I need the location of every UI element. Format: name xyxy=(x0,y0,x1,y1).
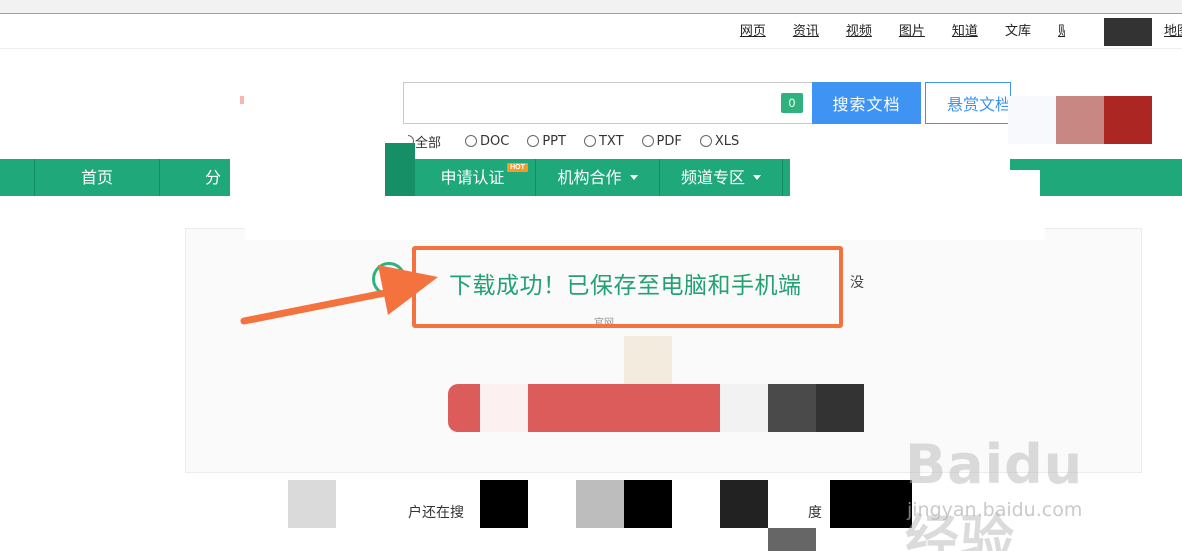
search-input[interactable] xyxy=(404,83,774,123)
mosaic-block xyxy=(768,384,816,432)
header-divider xyxy=(0,48,1182,49)
filter-xls[interactable]: XLS xyxy=(699,132,739,150)
watermark-main-text: Baidu 经验 xyxy=(905,433,1084,551)
mosaic-block xyxy=(230,150,385,196)
mosaic-block xyxy=(385,143,415,196)
nav-link-video[interactable]: 视频 xyxy=(846,20,872,40)
radio-icon xyxy=(641,135,654,147)
watermark-url-text: jingyan.baidu.com xyxy=(907,499,1083,521)
radio-icon xyxy=(527,135,540,147)
related-search-text-2: 度 xyxy=(808,505,822,521)
nav-link-wenku[interactable]: 文库 xyxy=(1005,20,1031,40)
search-documents-button[interactable]: 搜索文档 xyxy=(812,82,921,124)
related-search-text: 户还在搜 xyxy=(408,505,464,521)
caret-down-icon xyxy=(629,174,638,180)
filter-pdf[interactable]: PDF xyxy=(641,132,682,150)
filter-doc[interactable]: DOC xyxy=(465,132,509,150)
window-top-strip xyxy=(0,0,1182,14)
mosaic-block xyxy=(624,480,672,528)
mosaic-block xyxy=(1008,96,1056,144)
mosaic-block xyxy=(576,480,624,528)
mosaic-block xyxy=(720,384,768,432)
search-box xyxy=(403,82,813,124)
mosaic-block xyxy=(288,480,336,528)
mosaic-block xyxy=(480,480,528,528)
filter-txt[interactable]: TXT xyxy=(583,132,624,150)
mosaic-block xyxy=(624,336,672,384)
mosaic-block xyxy=(790,150,1010,196)
hot-badge: HOT xyxy=(507,163,528,172)
mosaic-block xyxy=(528,384,720,432)
mosaic-block xyxy=(1104,96,1152,144)
radio-icon xyxy=(465,135,478,147)
nav-institution-label: 机构合作 xyxy=(557,168,622,187)
mosaic-block xyxy=(1010,170,1040,196)
nav-link-web[interactable]: 网页 xyxy=(740,20,766,40)
file-type-filters: 全部 DOC PPT TXT PDF XLS xyxy=(408,132,757,151)
mosaic-block xyxy=(245,228,1045,240)
dialog-side-text: 没 xyxy=(850,275,864,291)
nav-channel[interactable]: 频道专区 xyxy=(659,159,783,196)
nav-institution[interactable]: 机构合作 xyxy=(535,159,659,196)
mosaic-block xyxy=(1065,18,1104,48)
radio-icon xyxy=(583,135,596,147)
nav-link-zhidao[interactable]: 知道 xyxy=(952,20,978,40)
nav-link-images[interactable]: 图片 xyxy=(899,20,925,40)
highlight-box xyxy=(412,246,843,328)
reward-documents-button[interactable]: 悬赏文档 xyxy=(925,82,1011,124)
radio-icon xyxy=(699,135,712,147)
nav-link-news[interactable]: 资讯 xyxy=(793,20,819,40)
mosaic-block xyxy=(1104,18,1152,46)
search-count-badge: 0 xyxy=(781,93,803,113)
caret-down-icon xyxy=(753,174,761,180)
mosaic-block xyxy=(720,480,768,528)
mosaic-block xyxy=(816,384,864,432)
nav-home[interactable]: 首页 xyxy=(34,159,159,196)
filter-ppt[interactable]: PPT xyxy=(527,132,566,150)
logo-mosaic xyxy=(240,96,244,104)
mosaic-block xyxy=(830,480,912,528)
nav-channel-label: 频道专区 xyxy=(680,168,745,187)
mosaic-block xyxy=(768,528,816,551)
mosaic-block xyxy=(1056,96,1104,144)
page: 网页 资讯 视频 图片 知道 文库 贴吧 采购 地图 0 搜索文档 悬赏文档 全… xyxy=(0,0,1182,551)
nav-link-map[interactable]: 地图 xyxy=(1164,20,1182,40)
mosaic-block xyxy=(448,384,480,432)
mosaic-block xyxy=(480,384,528,432)
baidu-jingyan-watermark: Baidu 经验 jingyan.baidu.com xyxy=(905,423,1125,551)
